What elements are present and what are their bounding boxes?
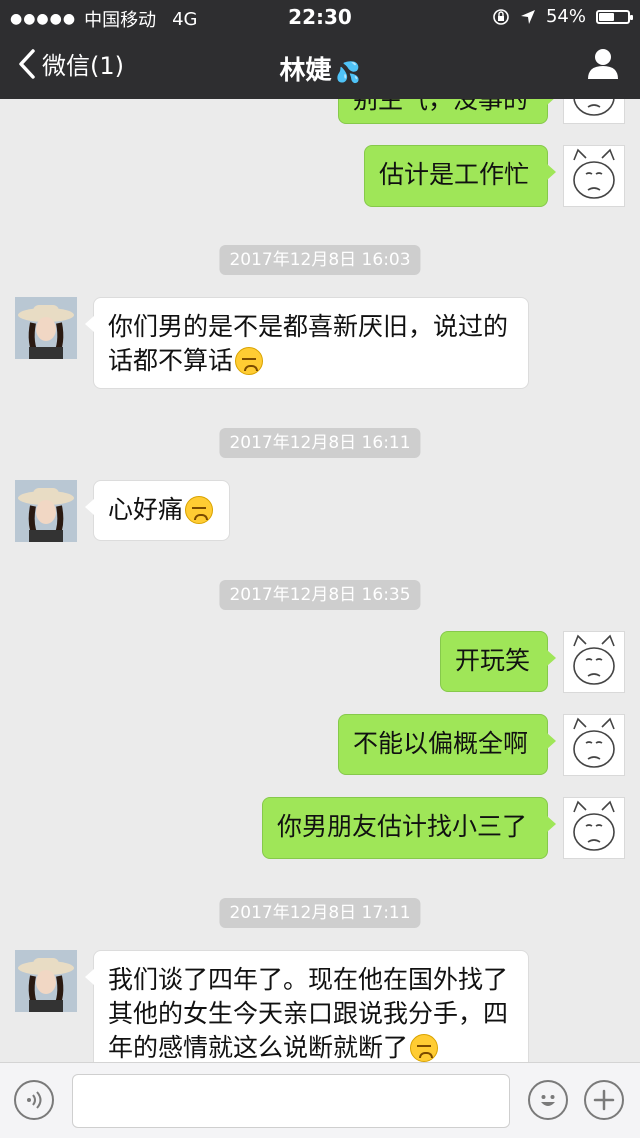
persevering-face-emoji	[235, 347, 264, 375]
contact-avatar[interactable]	[15, 950, 77, 1012]
chat-area[interactable]: 别生气，没事的 估计是工作忙 2017年12月8日 16:03 你们男的是不是都…	[0, 0, 640, 1062]
message-text: 心好痛	[108, 495, 184, 524]
emoji-button[interactable]	[528, 1080, 568, 1120]
more-button[interactable]	[584, 1080, 624, 1120]
my-avatar[interactable]	[563, 714, 625, 776]
message-text: 开玩笑	[455, 646, 531, 675]
message-bubble-received[interactable]: 心好痛	[85, 480, 230, 541]
message-bubble-sent[interactable]: 估计是工作忙	[364, 145, 556, 207]
nav-bar: 微信(1) 林婕 💦	[0, 32, 640, 99]
message-text-line: 年的感情就这么说断就断了	[108, 1033, 409, 1062]
contact-avatar[interactable]	[15, 480, 77, 542]
location-arrow-icon	[520, 9, 535, 24]
message-text-line: 我们谈了四年了。现在他在国外找了	[108, 965, 509, 994]
contact-name: 林婕	[279, 56, 332, 86]
status-bar: ●●●●● 中国移动 4G 22:30 54%	[0, 0, 640, 32]
my-avatar[interactable]	[563, 797, 625, 859]
voice-button[interactable]	[14, 1080, 54, 1120]
persevering-face-emoji	[185, 496, 214, 524]
message-text-line: 你们男的是不是都喜新厌旧，说过的	[108, 312, 509, 341]
battery-percent: 54%	[545, 6, 586, 27]
message-text: 你男朋友估计找小三了	[277, 812, 528, 841]
input-bar	[0, 1062, 640, 1138]
message-text-line: 其他的女生今天亲口跟说我分手，四	[108, 999, 509, 1028]
message-text: 估计是工作忙	[379, 160, 530, 189]
rotation-lock-icon	[493, 8, 509, 25]
battery-icon	[596, 9, 633, 24]
timestamp: 2017年12月8日 16:11	[219, 428, 421, 458]
voice-icon	[27, 1091, 42, 1109]
message-input[interactable]	[72, 1074, 510, 1128]
contact-avatar[interactable]	[15, 297, 77, 359]
message-bubble-sent[interactable]: 你男朋友估计找小三了	[262, 797, 556, 859]
timestamp: 2017年12月8日 17:11	[219, 898, 421, 928]
chat-title: 林婕 💦	[0, 50, 640, 87]
message-text-line: 话都不算话	[108, 346, 234, 375]
persevering-face-emoji	[410, 1034, 439, 1062]
timestamp: 2017年12月8日 16:35	[219, 580, 421, 610]
message-bubble-sent[interactable]: 不能以偏概全啊	[338, 714, 556, 775]
timestamp: 2017年12月8日 16:03	[219, 245, 421, 275]
message-bubble-received[interactable]: 我们谈了四年了。现在他在国外找了 其他的女生今天亲口跟说我分手，四 年的感情就这…	[85, 950, 529, 1062]
smiley-icon	[541, 1095, 555, 1106]
message-text: 不能以偏概全啊	[353, 729, 529, 758]
plus-icon	[593, 1089, 615, 1111]
message-bubble-sent[interactable]: 开玩笑	[440, 631, 556, 692]
my-avatar[interactable]	[563, 145, 625, 207]
top-bar: ●●●●● 中国移动 4G 22:30 54% 微信(1) 林婕 💦	[0, 0, 640, 99]
message-bubble-received[interactable]: 你们男的是不是都喜新厌旧，说过的 话都不算话	[85, 297, 529, 389]
my-avatar[interactable]	[563, 631, 625, 693]
sweat-droplets-emoji: 💦	[335, 60, 361, 84]
profile-icon[interactable]	[586, 46, 620, 80]
